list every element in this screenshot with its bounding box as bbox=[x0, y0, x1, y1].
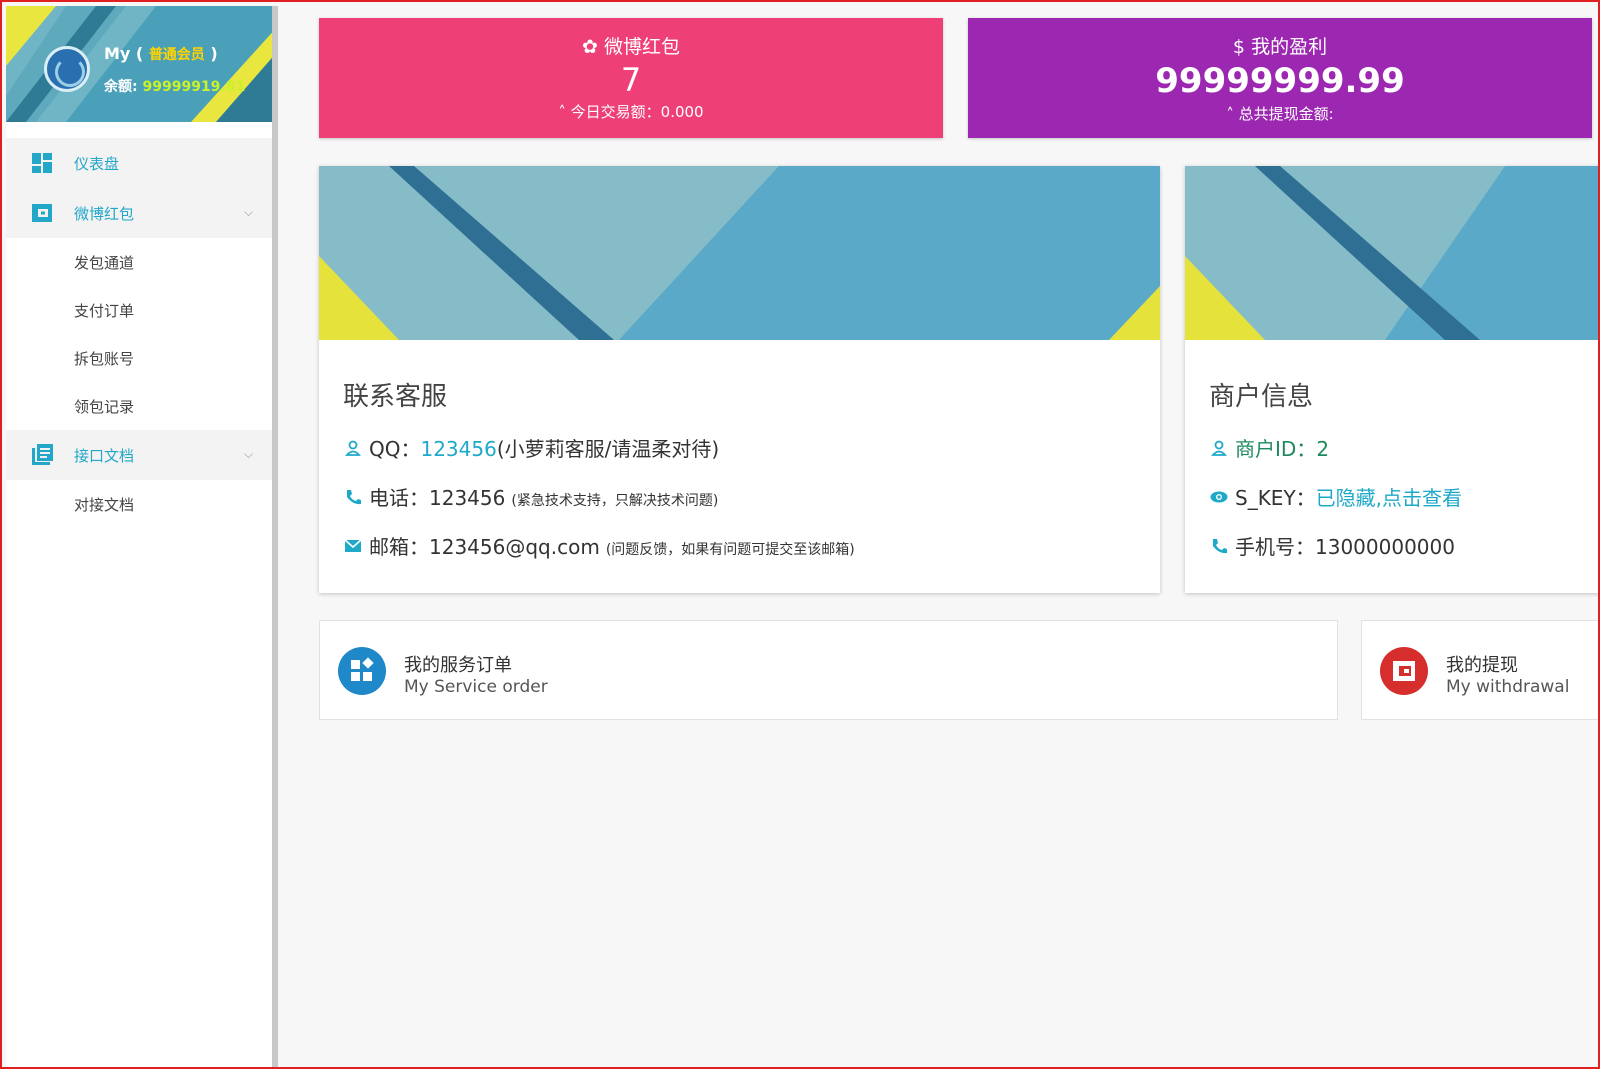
app-frame: My ( 普通会员 ) 余额: 99999919.81 仪表盘 微博红包 ⌵ 发… bbox=[0, 0, 1600, 1069]
contact-card: 联系客服 QQ： 123456 (小萝莉客服/请温柔对待) 电话： 123456 (紧急… bbox=[319, 166, 1160, 593]
sidebar-item-label: 仪表盘 bbox=[74, 154, 120, 173]
caret-up-icon: ˄ bbox=[1226, 105, 1234, 123]
card-banner-image bbox=[319, 166, 1160, 340]
caret-up-icon: ˄ bbox=[558, 103, 566, 121]
sidebar-subitem-pay-orders[interactable]: 支付订单 bbox=[6, 286, 272, 334]
sidebar-item-label: 微博红包 bbox=[74, 204, 135, 223]
sidebar-subitem-send-channel[interactable]: 发包通道 bbox=[6, 238, 272, 286]
balance-amount: 99999919.81 bbox=[142, 79, 246, 95]
profile-balance: 余额: 99999919.81 bbox=[104, 79, 246, 95]
phone-icon bbox=[347, 489, 361, 504]
chevron-down-icon: ⌵ bbox=[244, 447, 254, 461]
withdrawal-card[interactable]: 我的提现 My withdrawal bbox=[1361, 620, 1598, 720]
stat-value: 99999999.99 bbox=[1155, 61, 1405, 101]
docs-icon bbox=[32, 444, 53, 465]
merchant-mobile-row: 手机号： 13000000000 bbox=[1209, 531, 1598, 560]
service-orders-card[interactable]: 我的服务订单 My Service order bbox=[319, 620, 1338, 720]
card-banner-image bbox=[1185, 166, 1598, 340]
stat-value: 7 bbox=[620, 61, 642, 99]
contact-qq-row: QQ： 123456 (小萝莉客服/请温柔对待) bbox=[343, 433, 1160, 462]
flower-icon: ✿ bbox=[582, 36, 598, 58]
orders-icon bbox=[338, 647, 386, 695]
contact-email-row: 邮箱： 123456@qq.com (问题反馈，如果有问题可提交至该邮箱) bbox=[343, 531, 1160, 560]
sidebar-menu: 仪表盘 微博红包 ⌵ 发包通道 支付订单 拆包账号 领包记录 接口文档 ⌵ 对接… bbox=[6, 138, 272, 528]
profile-header: My ( 普通会员 ) 余额: 99999919.81 bbox=[6, 6, 272, 122]
card-title: 我的服务订单 bbox=[404, 655, 512, 676]
dashboard-icon bbox=[32, 153, 52, 173]
sidebar-item-api-docs[interactable]: 接口文档 ⌵ bbox=[6, 430, 272, 480]
card-subtitle: My Service order bbox=[404, 677, 548, 697]
card-title: 商户信息 bbox=[1209, 382, 1314, 412]
card-title: 联系客服 bbox=[343, 382, 448, 412]
sidebar-item-dashboard[interactable]: 仪表盘 bbox=[6, 138, 272, 188]
chevron-down-icon: ⌵ bbox=[244, 205, 254, 219]
stat-subtitle: ˄ 今日交易额：0.000 bbox=[558, 103, 704, 121]
stat-subtitle: ˄ 总共提现金额: bbox=[1226, 105, 1334, 123]
show-skey-link[interactable]: 已隐藏,点击查看 bbox=[1316, 482, 1462, 511]
sidebar-item-label: 接口文档 bbox=[74, 446, 135, 465]
qq-link[interactable]: 123456 bbox=[420, 437, 496, 461]
user-icon bbox=[1211, 440, 1227, 456]
sidebar-subitem-claim-records[interactable]: 领包记录 bbox=[6, 382, 272, 430]
sidebar-subitem-integration-docs[interactable]: 对接文档 bbox=[6, 480, 272, 528]
wallet-icon bbox=[1380, 647, 1428, 695]
contact-phone-row: 电话： 123456 (紧急技术支持，只解决技术问题) bbox=[343, 482, 1160, 511]
profile-name: My ( 普通会员 ) bbox=[104, 44, 218, 63]
card-subtitle: My withdrawal bbox=[1446, 677, 1570, 697]
stat-title: ✿ 微博红包 bbox=[582, 36, 680, 58]
sidebar-subitem-unpack-accounts[interactable]: 拆包账号 bbox=[6, 334, 272, 382]
wallet-icon bbox=[32, 204, 52, 222]
avatar[interactable] bbox=[44, 46, 90, 92]
sidebar-item-weibo-redpacket[interactable]: 微博红包 ⌵ bbox=[6, 188, 272, 238]
stat-title: $ 我的盈利 bbox=[1232, 36, 1328, 58]
member-level: 普通会员 bbox=[148, 47, 205, 63]
merchant-skey-row: S_KEY： 已隐藏,点击查看 bbox=[1209, 482, 1598, 511]
stat-card-profit[interactable]: $ 我的盈利 99999999.99 ˄ 总共提现金额: bbox=[968, 18, 1592, 138]
dollar-icon: $ bbox=[1232, 36, 1246, 58]
merchant-id-row: 商户ID： 2 bbox=[1209, 433, 1598, 462]
card-title: 我的提现 bbox=[1446, 655, 1518, 676]
eye-icon bbox=[1210, 491, 1228, 502]
sidebar: My ( 普通会员 ) 余额: 99999919.81 仪表盘 微博红包 ⌵ 发… bbox=[6, 6, 278, 1067]
user-icon bbox=[345, 440, 361, 456]
phone-icon bbox=[1213, 538, 1227, 553]
mail-icon bbox=[344, 538, 362, 552]
merchant-card: 商户信息 商户ID： 2 S_KEY： 已隐藏,点击查看 手机号： 130000000… bbox=[1185, 166, 1598, 593]
stat-card-redpacket[interactable]: ✿ 微博红包 7 ˄ 今日交易额：0.000 bbox=[319, 18, 943, 138]
